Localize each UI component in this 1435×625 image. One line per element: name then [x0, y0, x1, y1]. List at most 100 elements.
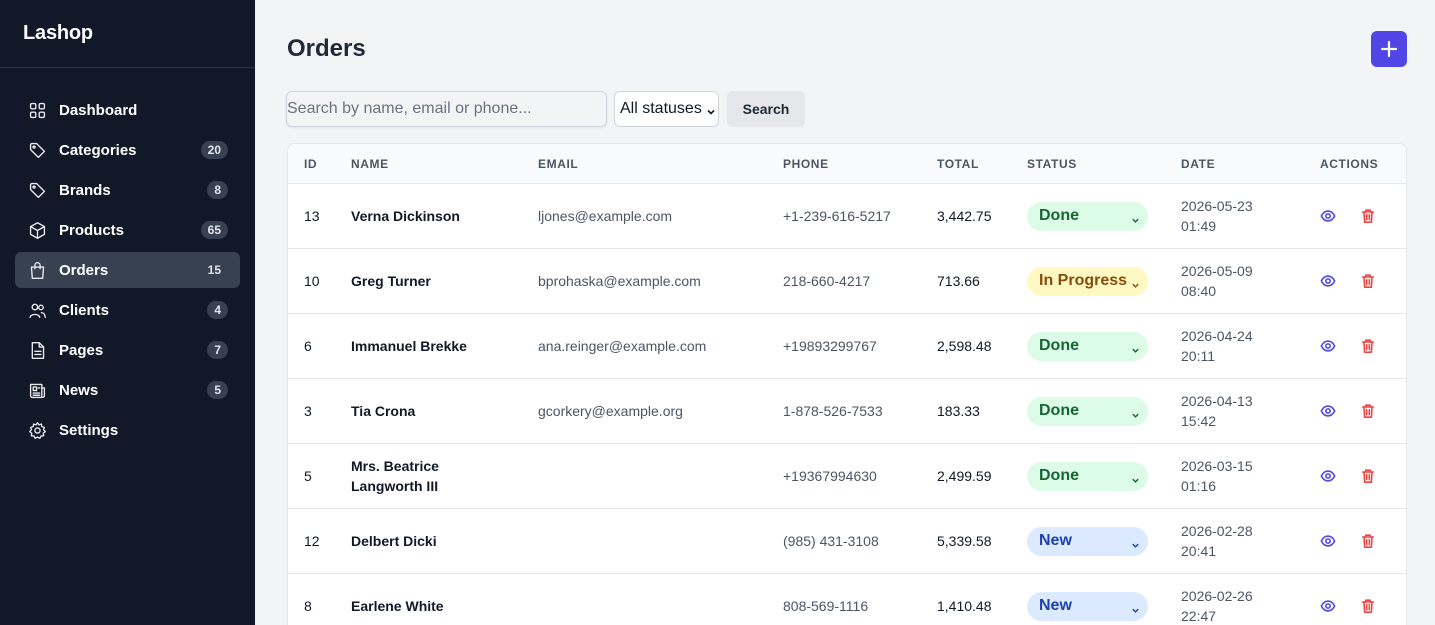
status-cell: Done	[1027, 314, 1148, 378]
status-cell: New	[1027, 574, 1148, 625]
client-email: bprohaska@example.com	[538, 273, 701, 289]
count-badge: 5	[207, 381, 228, 399]
chevron-down-icon	[1131, 277, 1140, 288]
order-id: 12	[304, 533, 320, 549]
grid-icon	[27, 100, 47, 120]
client-phone: (985) 431-3108	[783, 533, 879, 549]
view-order-button[interactable]	[1319, 597, 1337, 615]
delete-order-button[interactable]	[1359, 597, 1377, 615]
add-order-button[interactable]	[1371, 31, 1407, 67]
sidebar-item-pages[interactable]: Pages 7	[15, 332, 240, 368]
client-name: Earlene White	[351, 598, 444, 614]
order-date: 2026-02-26 22:47	[1181, 574, 1281, 625]
table-row: 6 Immanuel Brekke ana.reinger@example.com +…	[288, 314, 1406, 379]
delete-order-button[interactable]	[1359, 402, 1377, 420]
status-cell: New	[1027, 509, 1148, 573]
sidebar-item-dashboard[interactable]: Dashboard	[15, 92, 240, 128]
tag-icon	[27, 140, 47, 160]
column-header-total[interactable]: TOTAL	[937, 157, 979, 171]
sidebar-item-products[interactable]: Products 65	[15, 212, 240, 248]
sidebar-item-categories[interactable]: Categories 20	[15, 132, 240, 168]
sidebar-item-settings[interactable]: Settings	[15, 412, 240, 448]
status-value: New	[1039, 597, 1072, 614]
client-name: Tia Crona	[351, 403, 416, 419]
trash-icon	[1361, 404, 1375, 419]
status-select[interactable]: Done	[1027, 396, 1148, 426]
order-date: 2026-02-28 20:41	[1181, 509, 1281, 573]
sidebar-item-orders[interactable]: Orders 15	[15, 252, 240, 288]
column-header-name[interactable]: NAME	[351, 157, 389, 171]
eye-icon	[1320, 535, 1336, 547]
order-total: 5,339.58	[937, 533, 992, 549]
sidebar-item-label: Pages	[59, 341, 104, 359]
status-select[interactable]: In Progress	[1027, 266, 1148, 296]
delete-order-button[interactable]	[1359, 272, 1377, 290]
status-filter-select[interactable]: All statuses	[614, 91, 719, 127]
table-row: 13 Verna Dickinson ljones@example.com +1-23…	[288, 184, 1406, 249]
column-header-email[interactable]: EMAIL	[538, 157, 578, 171]
order-id: 10	[304, 273, 320, 289]
client-name: Greg Turner	[351, 273, 431, 289]
status-value: In Progress	[1039, 272, 1128, 289]
view-order-button[interactable]	[1319, 532, 1337, 550]
delete-order-button[interactable]	[1359, 532, 1377, 550]
order-date-time: 20:11	[1181, 348, 1215, 364]
sidebar-item-brands[interactable]: Brands 8	[15, 172, 240, 208]
view-order-button[interactable]	[1319, 337, 1337, 355]
delete-order-button[interactable]	[1359, 467, 1377, 485]
column-header-date[interactable]: DATE	[1181, 157, 1215, 171]
search-input[interactable]	[286, 91, 607, 127]
client-email: ljones@example.com	[538, 208, 673, 224]
sidebar-item-label: Products	[59, 221, 125, 239]
count-badge: 65	[200, 221, 228, 239]
eye-icon	[1320, 405, 1336, 417]
count-badge: 8	[207, 181, 228, 199]
column-header-status[interactable]: STATUS	[1027, 157, 1077, 171]
chevron-down-icon	[1131, 472, 1140, 483]
delete-order-button[interactable]	[1359, 337, 1377, 355]
status-select[interactable]: Done	[1027, 331, 1148, 361]
view-order-button[interactable]	[1319, 402, 1337, 420]
order-date: 2026-04-13 15:42	[1181, 379, 1281, 443]
chevron-down-icon	[1131, 602, 1140, 613]
client-phone: 218-660-4217	[783, 273, 871, 289]
status-value: Done	[1039, 467, 1079, 484]
status-select[interactable]: New	[1027, 591, 1148, 621]
table-row: 5 Mrs. Beatrice Langworth III +19367994630…	[288, 444, 1406, 509]
sidebar-item-label: Orders	[59, 261, 109, 279]
gear-icon	[27, 420, 47, 440]
chevron-down-icon	[1131, 212, 1140, 223]
order-date-day: 2026-02-28	[1181, 523, 1253, 539]
status-value: New	[1039, 532, 1072, 549]
column-header-id[interactable]: ID	[304, 157, 317, 171]
search-button[interactable]: Search	[727, 91, 805, 127]
order-date: 2026-04-24 20:11	[1181, 314, 1281, 378]
row-actions	[1319, 314, 1399, 378]
view-order-button[interactable]	[1319, 467, 1337, 485]
sidebar-item-news[interactable]: News 5	[15, 372, 240, 408]
client-name: Delbert Dicki	[351, 533, 437, 549]
order-date-time: 08:40	[1181, 283, 1217, 299]
view-order-button[interactable]	[1319, 272, 1337, 290]
status-cell: Done	[1027, 184, 1148, 248]
brand-logo[interactable]: Lashop	[0, 0, 255, 68]
delete-order-button[interactable]	[1359, 207, 1377, 225]
table-row: 8 Earlene White 808-569-1116 1,410.48 New 202…	[288, 574, 1406, 625]
status-cell: Done	[1027, 444, 1148, 508]
status-select[interactable]: Done	[1027, 201, 1148, 231]
status-value: Done	[1039, 337, 1079, 354]
count-badge: 15	[207, 263, 221, 277]
status-select[interactable]: New	[1027, 526, 1148, 556]
view-order-button[interactable]	[1319, 207, 1337, 225]
row-actions	[1319, 444, 1399, 508]
trash-icon	[1361, 599, 1375, 614]
sidebar-item-clients[interactable]: Clients 4	[15, 292, 240, 328]
status-select[interactable]: Done	[1027, 461, 1148, 491]
row-actions	[1319, 379, 1399, 443]
client-email: gcorkery@example.org	[538, 403, 683, 419]
sidebar: Lashop Dashboard Categories 20 Brands 8 Produ…	[0, 0, 255, 625]
status-cell: Done	[1027, 379, 1148, 443]
order-id: 8	[304, 598, 312, 614]
client-phone: +19893299767	[783, 338, 877, 354]
column-header-phone[interactable]: PHONE	[783, 157, 829, 171]
